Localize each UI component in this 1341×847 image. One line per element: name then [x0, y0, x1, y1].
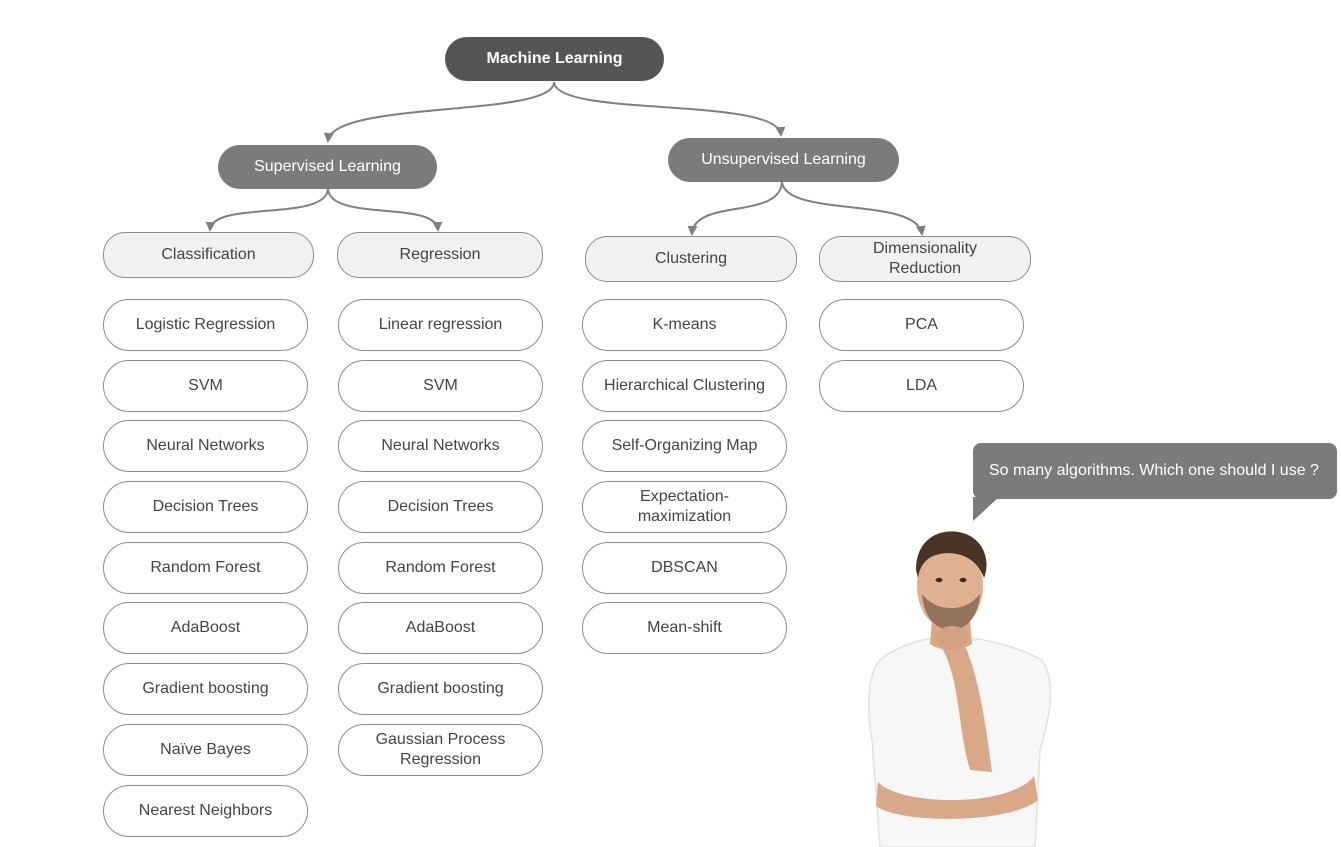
edge-unsupervised-dimensionality — [781, 181, 926, 236]
classification-item: Gradient boosting — [103, 663, 308, 715]
clustering-item: DBSCAN — [582, 542, 787, 594]
supervised-learning-node: Supervised Learning — [218, 145, 437, 189]
regression-item: Gaussian Process Regression — [338, 724, 543, 776]
clustering-item: Hierarchical Clustering — [582, 360, 787, 412]
regression-item: Linear regression — [338, 299, 543, 351]
dimensionality-item: LDA — [819, 360, 1024, 412]
clustering-item: K-means — [582, 299, 787, 351]
regression-node: Regression — [337, 232, 543, 278]
classification-item: Random Forest — [103, 542, 308, 594]
classification-node: Classification — [103, 232, 314, 278]
clustering-item: Expectation- maximization — [582, 481, 787, 533]
edge-unsupervised-clustering — [687, 181, 783, 236]
edge-supervised-classification — [205, 188, 329, 232]
regression-item: Decision Trees — [338, 481, 543, 533]
clustering-item: Self-Organizing Map — [582, 420, 787, 472]
regression-item: SVM — [338, 360, 543, 412]
edge-supervised-regression — [327, 188, 443, 232]
speech-bubble-text: So many algorithms. Which one should I u… — [989, 462, 1319, 479]
regression-item: Neural Networks — [338, 420, 543, 472]
speech-bubble: So many algorithms. Which one should I u… — [973, 443, 1337, 499]
regression-item: Random Forest — [338, 542, 543, 594]
classification-item: Neural Networks — [103, 420, 308, 472]
classification-item: Naïve Bayes — [103, 724, 308, 776]
speech-bubble-tail — [973, 497, 999, 521]
edge-root-supervised — [323, 81, 555, 143]
clustering-node: Clustering — [585, 236, 797, 282]
thinking-person-illustration — [868, 531, 1052, 847]
classification-item: Logistic Regression — [103, 299, 308, 351]
regression-item: Gradient boosting — [338, 663, 543, 715]
root-node: Machine Learning — [445, 37, 664, 81]
clustering-item: Mean-shift — [582, 602, 787, 654]
classification-item: Decision Trees — [103, 481, 308, 533]
classification-item: AdaBoost — [103, 602, 308, 654]
unsupervised-learning-node: Unsupervised Learning — [668, 138, 899, 182]
dimensionality-item: PCA — [819, 299, 1024, 351]
classification-item: Nearest Neighbors — [103, 785, 308, 837]
classification-item: SVM — [103, 360, 308, 412]
regression-item: AdaBoost — [338, 602, 543, 654]
edge-root-unsupervised — [553, 81, 786, 137]
dimensionality-reduction-node: Dimensionality Reduction — [819, 236, 1031, 282]
